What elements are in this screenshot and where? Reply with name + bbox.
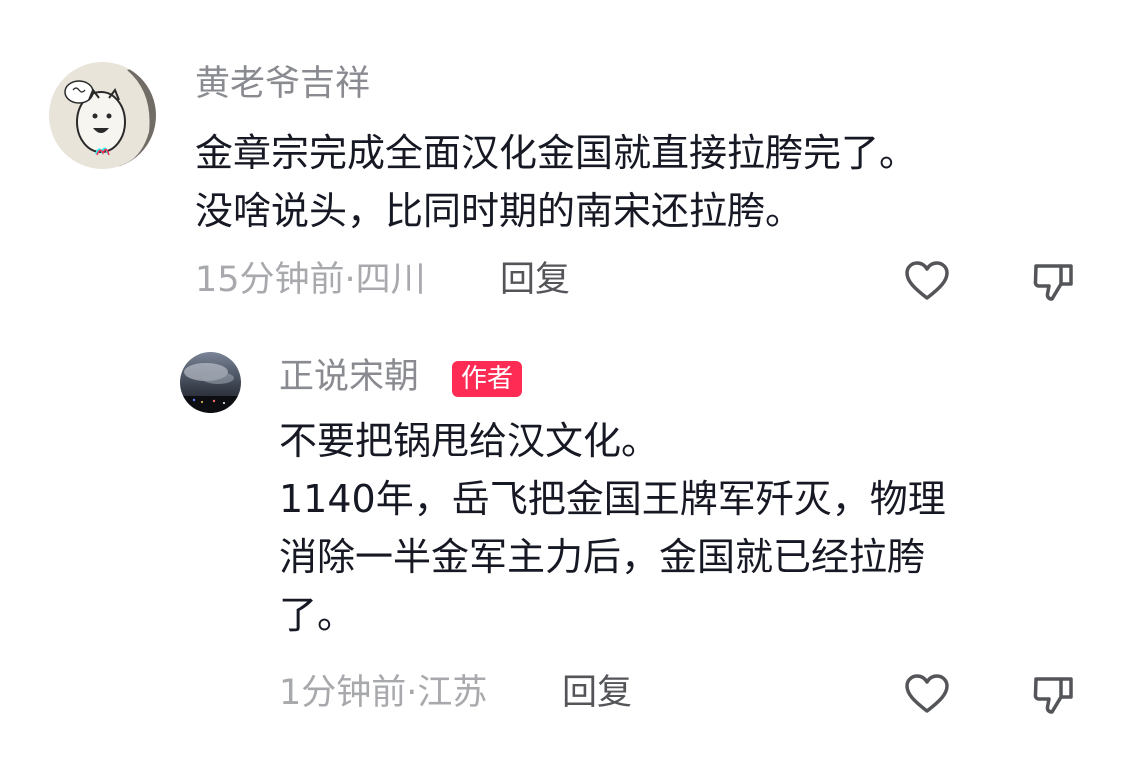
heart-icon [905, 261, 949, 300]
reply-text-line: 了。 [279, 593, 356, 637]
heart-icon [905, 674, 949, 713]
commenter-avatar[interactable] [49, 62, 156, 169]
reply-meta: 1分钟前·江苏 [279, 673, 488, 713]
reply-text-line: 不要把锅甩给汉文化。 [279, 419, 660, 463]
like-button[interactable] [902, 669, 952, 719]
comment-text-line: 金章宗完成全面汉化金国就直接拉胯完了。 [195, 131, 918, 175]
reply-button[interactable]: 回复 [562, 671, 632, 715]
commenter-username[interactable]: 黄老爷吉祥 [195, 62, 370, 106]
dislike-button[interactable] [1028, 669, 1078, 719]
reply-text-line: 消除一半金军主力后，金国就已经拉胯 [279, 535, 926, 579]
comment-meta: 15分钟前·四川 [195, 260, 426, 300]
dislike-button[interactable] [1028, 256, 1078, 306]
night-city-avatar-icon [180, 352, 241, 413]
reply-button[interactable]: 回复 [500, 258, 570, 302]
author-badge: 作者 [452, 361, 523, 397]
comment-text-line: 没啥说头，比同时期的南宋还拉胯。 [195, 189, 804, 233]
author-username[interactable]: 正说宋朝 [279, 355, 419, 399]
reply-text-line: 1140年，岳飞把金国王牌军歼灭，物理 [279, 477, 946, 521]
cartoon-cat-avatar-icon [49, 62, 156, 169]
comment-text: 金章宗完成全面汉化金国就直接拉胯完了。 没啥说头，比同时期的南宋还拉胯。 [195, 124, 917, 240]
thumbs-down-icon [1033, 264, 1073, 301]
author-avatar[interactable] [180, 352, 241, 413]
reply-text: 不要把锅甩给汉文化。 1140年，岳飞把金国王牌军歼灭，物理 消除一半金军主力后… [279, 412, 946, 644]
thumbs-down-icon [1033, 677, 1073, 714]
like-button[interactable] [902, 256, 952, 306]
